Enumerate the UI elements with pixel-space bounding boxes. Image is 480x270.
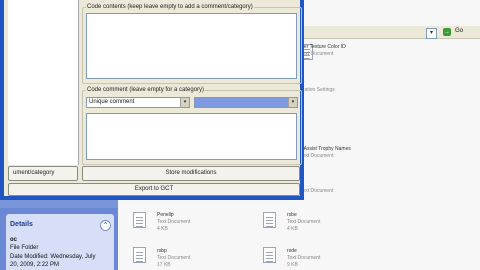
- file-name: rsde: [287, 248, 297, 254]
- text-document-icon: [133, 247, 146, 263]
- file-item[interactable]: ster Texture Color ID Text Document: [300, 44, 346, 58]
- go-arrow-icon[interactable]: →: [443, 28, 451, 36]
- file-size: 9 KB: [287, 262, 298, 268]
- file-name: Penelip: [157, 212, 174, 218]
- file-size: 4 KB: [157, 226, 168, 232]
- file-name: rsbe: [287, 212, 297, 218]
- file-item[interactable]: y Assist Trophy Names Text Document: [300, 146, 351, 160]
- file-name: ster Texture Color ID: [300, 44, 346, 50]
- category-select[interactable]: ▾: [194, 97, 298, 108]
- file-type: Text Document: [157, 255, 191, 261]
- collapse-icon[interactable]: ^: [100, 220, 111, 231]
- file-name: y Assist Trophy Names: [300, 146, 351, 152]
- file-type: Text Document: [300, 188, 334, 194]
- file-size: 17 KB: [157, 262, 171, 268]
- details-modified: Date Modified: Wednesday, July: [10, 254, 96, 260]
- chevron-down-icon[interactable]: ▾: [288, 98, 297, 107]
- details-modified-date: 20, 2009, 2:22 PM: [10, 262, 60, 268]
- code-comment-label: Code comment (leave empty for a category…: [86, 87, 206, 93]
- add-comment-category-button[interactable]: ument/category: [8, 166, 78, 181]
- file-type: Text Document: [287, 255, 321, 261]
- address-bar: [300, 26, 480, 39]
- go-button-label[interactable]: Go: [455, 28, 463, 34]
- code-comment-textarea[interactable]: [86, 113, 297, 160]
- chevron-down-icon[interactable]: ▾: [180, 98, 189, 107]
- details-title[interactable]: Details: [10, 221, 33, 228]
- file-item[interactable]: el Text Document: [300, 181, 333, 195]
- comment-type-select[interactable]: Unique comment ▾: [86, 97, 190, 108]
- text-document-icon: [263, 247, 276, 263]
- file-name: rsbp: [157, 248, 167, 254]
- file-item[interactable]: rsde Text Document 9 KB: [287, 248, 320, 269]
- file-item[interactable]: gr aration Settings: [300, 80, 335, 94]
- comment-type-value: Unique comment: [89, 99, 135, 105]
- code-contents-textarea[interactable]: [86, 13, 297, 79]
- file-type: aration Settings: [300, 87, 335, 93]
- code-list-panel[interactable]: [8, 0, 79, 165]
- file-name: gr: [300, 80, 335, 87]
- file-type: Text Document: [300, 51, 334, 57]
- file-type: Text Document: [300, 153, 334, 159]
- text-document-icon: [263, 212, 276, 228]
- export-to-gct-button[interactable]: Export to GCT: [8, 183, 300, 196]
- file-name: el: [300, 181, 333, 188]
- file-type: Text Document: [157, 219, 191, 225]
- text-document-icon: [133, 212, 146, 228]
- file-type: Text Document: [287, 219, 321, 225]
- file-size: 4 KB: [287, 226, 298, 232]
- file-item[interactable]: rsbp Text Document 17 KB: [157, 248, 190, 269]
- address-dropdown-button[interactable]: ▾: [426, 28, 437, 39]
- details-kind: File Folder: [10, 245, 39, 251]
- details-name: oc: [10, 237, 18, 243]
- file-item[interactable]: Penelip Text Document 4 KB: [157, 212, 190, 233]
- code-contents-label: Code contents (keep leave empty to add a…: [86, 4, 254, 10]
- file-item[interactable]: rsbe Text Document 4 KB: [287, 212, 320, 233]
- code-manager-dialog: Code contents (keep leave empty to add a…: [0, 0, 304, 200]
- store-modifications-button[interactable]: Store modifications: [82, 166, 300, 181]
- dialog-body: Code contents (keep leave empty to add a…: [4, 0, 302, 196]
